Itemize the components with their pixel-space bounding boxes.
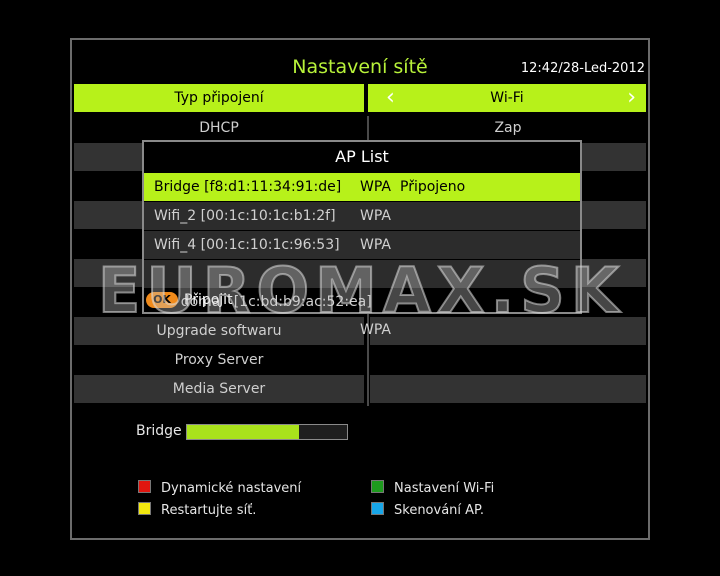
menu-row-proxy-server[interactable]: Proxy Server: [74, 346, 364, 374]
menu-row-proxy-value[interactable]: [370, 346, 646, 374]
ap-name: Wifi_4 [00:1c:10:1c:96:53]: [154, 237, 340, 253]
datetime: 12:42/28-Led-2012: [520, 61, 645, 76]
menu-row-media-value[interactable]: [370, 375, 646, 403]
legend-blue-label: Skenování AP.: [394, 503, 484, 518]
legend-blue: Skenování AP.: [371, 502, 484, 518]
legend-yellow-label: Restartujte síť.: [161, 503, 257, 518]
menu-row-dhcp-value[interactable]: Zap: [370, 114, 646, 142]
legend-red: Dynamické nastavení: [138, 480, 301, 496]
signal-strength-fill: [187, 425, 299, 439]
red-key-icon: [138, 480, 151, 493]
blue-key-icon: [371, 502, 384, 515]
ap-security: WPA: [360, 208, 391, 224]
menu-row-dhcp-label[interactable]: DHCP: [74, 114, 364, 142]
ap-list-item[interactable]: Wifi_2 [00:1c:10:1c:b1:2f] WPA: [144, 201, 580, 230]
signal-strength-bar: [186, 424, 348, 440]
menu-row-media-server[interactable]: Media Server: [74, 375, 364, 403]
connection-type-value: Wi-Fi: [490, 90, 524, 106]
ap-status: Připojeno: [400, 179, 466, 195]
legend-red-label: Dynamické nastavení: [161, 481, 302, 496]
connection-type-label[interactable]: Typ připojení: [74, 84, 364, 112]
ap-list-title: AP List: [335, 147, 389, 166]
chevron-left-icon[interactable]: ‹: [386, 84, 395, 112]
connection-type-selector[interactable]: ‹ Wi-Fi ›: [368, 84, 646, 112]
green-key-icon: [371, 480, 384, 493]
chevron-right-icon[interactable]: ›: [627, 84, 636, 112]
ap-name: Wifi_2 [00:1c:10:1c:b1:2f]: [154, 208, 336, 224]
yellow-key-icon: [138, 502, 151, 515]
signal-label: Bridge: [136, 423, 182, 439]
legend-green-label: Nastavení Wi-Fi: [394, 481, 495, 496]
legend-green: Nastavení Wi-Fi: [371, 480, 494, 496]
watermark-logo: EUROMAX.SK: [97, 253, 625, 328]
ap-name: Bridge [f8:d1:11:34:91:de]: [154, 179, 342, 195]
legend-yellow: Restartujte síť.: [138, 502, 256, 518]
ap-security: WPA: [360, 179, 391, 195]
ap-list-item[interactable]: Bridge [f8:d1:11:34:91:de] WPA Připojeno: [144, 172, 580, 201]
